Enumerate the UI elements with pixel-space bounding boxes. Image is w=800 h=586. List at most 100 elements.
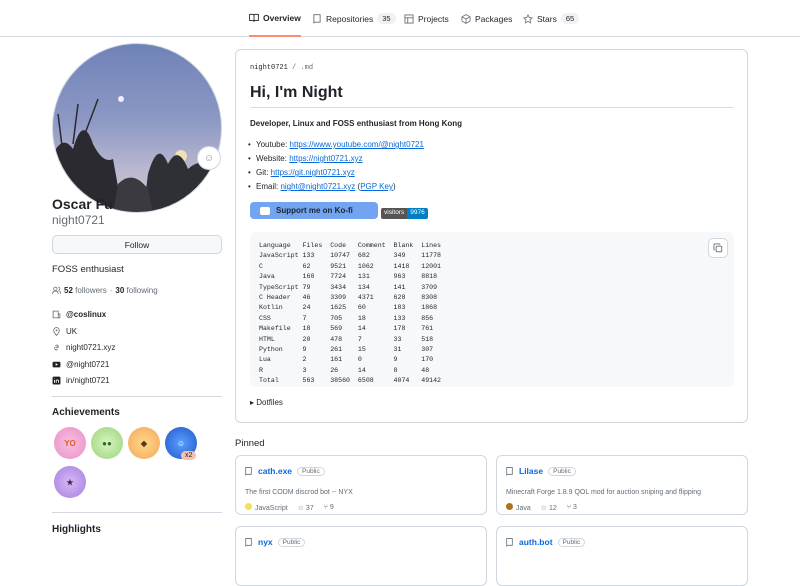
git-link[interactable]: https://git.night0721.xyz [271,168,355,177]
repo-language: JavaScript [245,503,288,512]
pinned-repo-card: Lilase Public Minecraft Forge 1.8.9 QOL … [496,455,748,515]
achievement-pull-shark[interactable]: ◆ [128,427,160,459]
repo-language: Java [506,503,531,512]
forks-count: 3 [572,504,577,511]
list-item: Website: https://night0721.xyz [248,154,363,163]
pgp-key-link[interactable]: PGP Key [360,182,393,191]
stars-count: 65 [560,13,580,24]
tab-packages[interactable]: Packages [461,0,512,37]
yolo-badge-icon: YO [64,438,76,448]
following-link[interactable]: 30 following [115,286,157,295]
tab-packages-label: Packages [475,13,513,24]
profile-bio: FOSS enthusiast [52,264,124,275]
youtube-item[interactable]: @night0721 [52,360,109,369]
repo-name-link[interactable]: auth.bot [519,537,553,547]
pinned-title: Pinned [235,438,265,449]
visibility-badge: Public [557,537,586,547]
triangle-right-icon: ▸ [250,398,255,407]
copy-icon [713,243,723,253]
repo-name-link[interactable]: cath.exe [258,466,292,476]
dotfiles-label: Dotfiles [256,398,283,407]
language-name: JavaScript [255,505,288,512]
visibility-badge: Public [297,466,325,476]
location-icon [53,327,60,336]
package-icon [461,13,471,24]
pinned-repo-card: nyx Public [235,526,487,586]
tab-stars-label: Stars [537,13,557,24]
org-item[interactable]: @coslinux [52,310,106,319]
repo-forks[interactable]: ⑂ 3 [567,504,577,511]
heading-divider [250,107,734,108]
stars-count: 37 [305,504,314,512]
coffee-cup-icon [260,206,270,215]
repo-name-link[interactable]: nyx [258,537,273,547]
achievement-yolo[interactable]: YO [54,427,86,459]
repo-name-link[interactable]: Lilase [519,466,543,476]
visitors-count: 9976 [407,208,428,219]
tab-projects-label: Projects [418,13,449,24]
visibility-badge: Public [548,466,576,476]
code-block: Language Files Code Comment Blank Lines … [250,232,734,387]
list-item: Git: https://git.night0721.xyz [248,168,355,177]
achievement-starstruck[interactable]: ★ [54,466,86,498]
achievement-pair-extraordinaire[interactable]: ●● [91,427,123,459]
language-name: Java [516,505,531,512]
paren-close: ) [392,182,396,191]
website-item[interactable]: night0721.xyz [52,343,115,352]
linkedin-icon [52,376,61,385]
repo-stars[interactable]: ☆ 12 [541,504,557,512]
repo-forks[interactable]: ⑂ 9 [324,504,334,511]
repo-icon [313,13,321,23]
repo-meta: Java ☆ 12 ⑂ 3 [506,503,577,512]
divider [52,512,222,513]
follow-separator: · [109,286,113,295]
link-label: Website: [256,154,290,163]
avatar[interactable] [52,43,222,213]
visitors-label: visitors [381,208,408,219]
ghost-badge-icon: ☺ [176,438,186,448]
readme-breadcrumb-user[interactable]: night0721 [250,64,288,72]
followers-link[interactable]: 52 followers [64,286,107,295]
pinned-repo-card: auth.bot Public [496,526,748,586]
book-icon [249,13,259,22]
profile-name: Oscar Fu [52,196,113,212]
copy-button[interactable] [708,238,728,258]
list-item: Email: night@night0721.xyz (PGP Key) [248,182,396,191]
dotfiles-details[interactable]: ▸ Dotfiles [250,398,283,407]
forks-count: 9 [329,504,334,511]
star-icon [523,13,533,24]
shark-badge-icon: ◆ [140,438,148,448]
tab-repositories[interactable]: Repositories 35 [312,0,396,37]
set-status-button[interactable]: ☺ [197,146,221,170]
starstruck-badge-icon: ★ [66,477,74,487]
organization-icon [52,310,61,319]
repo-stars[interactable]: ☆ 37 [298,504,314,512]
website-text: night0721.xyz [66,343,116,352]
tab-overview[interactable]: Overview [249,0,301,37]
link-icon [54,344,59,351]
location-item: UK [52,327,77,336]
kofi-button[interactable]: Support me on Ko-fi [250,202,378,219]
website-link[interactable]: https://night0721.xyz [289,154,362,163]
follow-button[interactable]: Follow [52,235,222,254]
linkedin-item[interactable]: in/night0721 [52,376,110,385]
link-label: Email: [256,182,281,191]
divider [52,396,222,397]
language-color-dot [245,503,252,510]
linkedin-text: in/night0721 [66,376,110,385]
tab-stars[interactable]: Stars 65 [523,0,580,37]
following-label: following [126,286,158,295]
highlights-title: Highlights [52,524,101,535]
peas-badge-icon: ●● [102,438,112,448]
repo-icon [506,537,513,547]
followers-row: 52 followers · 30 following [52,286,158,295]
avatar-image [53,55,221,212]
kofi-label: Support me on Ko-fi [276,206,353,215]
repo-meta: JavaScript ☆ 37 ⑂ 9 [245,503,334,512]
email-link[interactable]: night@night0721.xyz [280,182,355,191]
location-text: UK [66,327,78,336]
achievement-multiplier: x2 [181,451,197,460]
tab-projects[interactable]: Projects [404,0,449,37]
youtube-link[interactable]: https://www.youtube.com/@night0721 [290,140,424,149]
profile-login: night0721 [52,213,105,227]
